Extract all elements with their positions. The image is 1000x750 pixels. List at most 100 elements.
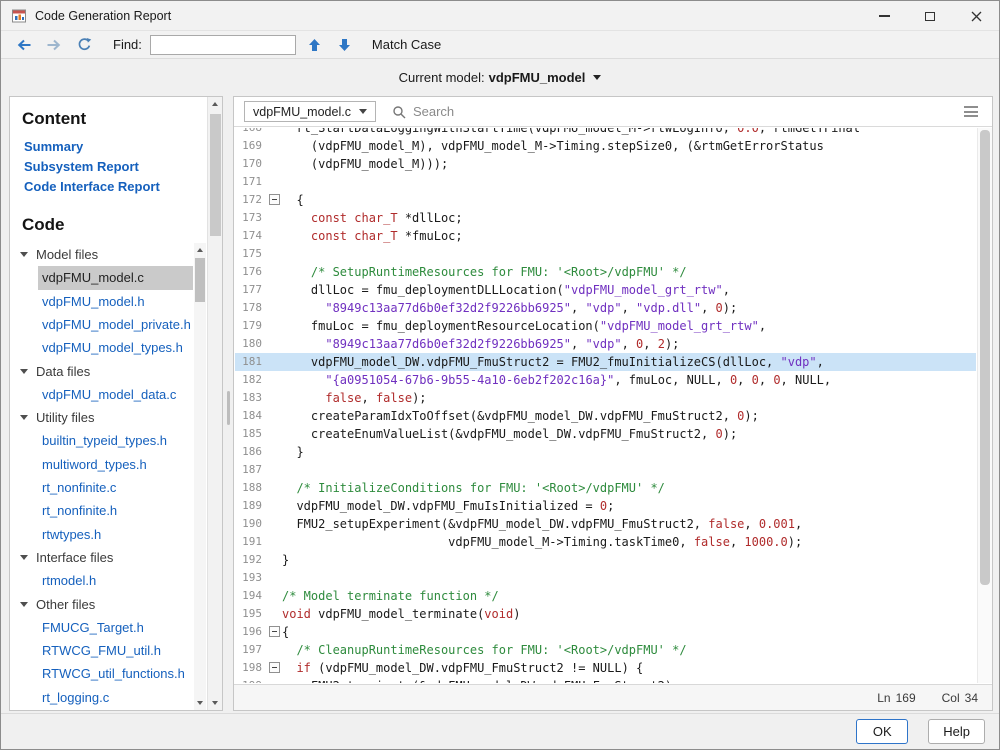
code-line[interactable]: 186 } — [235, 443, 976, 461]
tree-file-rt-nonfinite-h[interactable]: rt_nonfinite.h — [10, 499, 193, 522]
code-line[interactable]: 195void vdpFMU_model_terminate(void) — [235, 605, 976, 623]
refresh-button[interactable] — [73, 34, 95, 56]
fold-gutter — [267, 227, 282, 245]
content-link-code-interface-report[interactable]: Code Interface Report — [24, 177, 160, 197]
search-input[interactable] — [413, 104, 952, 119]
tree-file-vdpfmu-model-h[interactable]: vdpFMU_model.h — [10, 290, 193, 313]
fold-collapse-icon[interactable] — [267, 623, 282, 641]
code-line-highlighted[interactable]: 181 vdpFMU_model_DW.vdpFMU_FmuStruct2 = … — [235, 353, 976, 371]
code-token: "8949c13aa77d6b0ef32d2f9226bb6925" — [325, 337, 571, 351]
code-line[interactable]: 198 if (vdpFMU_model_DW.vdpFMU_FmuStruct… — [235, 659, 976, 677]
content-link-subsystem-report[interactable]: Subsystem Report — [24, 157, 139, 177]
tree-scrollbar[interactable] — [194, 243, 206, 710]
code-line[interactable]: 188 /* InitializeConditions for FMU: '<R… — [235, 479, 976, 497]
tree-group-other-files[interactable]: Other files — [10, 592, 193, 615]
collapse-caret-icon — [20, 252, 28, 257]
code-search-box[interactable] — [392, 104, 952, 119]
minimize-button[interactable] — [861, 1, 907, 31]
code-line[interactable]: 172 { — [235, 191, 976, 209]
back-button[interactable] — [13, 34, 35, 56]
tree-file-vdpfmu-model-types-h[interactable]: vdpFMU_model_types.h — [10, 336, 193, 359]
forward-button[interactable] — [43, 34, 65, 56]
code-line[interactable]: 179 fmuLoc = fmu_deploymentResourceLocat… — [235, 317, 976, 335]
sidebar-scrollbar[interactable] — [207, 97, 222, 710]
file-dropdown[interactable]: vdpFMU_model.c — [244, 101, 376, 122]
tree-group-interface-files[interactable]: Interface files — [10, 546, 193, 569]
tree-group-model-files[interactable]: Model files — [10, 243, 193, 266]
code-scrollbar-thumb[interactable] — [980, 130, 990, 585]
code-line[interactable]: 196{ — [235, 623, 976, 641]
code-line[interactable]: 174 const char_T *fmuLoc; — [235, 227, 976, 245]
status-bar: Ln 169 Col 34 — [234, 684, 992, 710]
code-line[interactable]: 197 /* CleanupRuntimeResources for FMU: … — [235, 641, 976, 659]
scroll-up-icon[interactable] — [194, 243, 206, 257]
tree-file-rt-nonfinite-c[interactable]: rt_nonfinite.c — [10, 476, 193, 499]
code-line[interactable]: 199 FMU2_terminate(&vdpFMU_model_DW.vdpF… — [235, 677, 976, 683]
ok-button[interactable]: OK — [856, 719, 908, 744]
tree-file-builtin-typeid-types-h[interactable]: builtin_typeid_types.h — [10, 429, 193, 452]
tree-file-vdpfmu-model-c[interactable]: vdpFMU_model.c — [38, 266, 193, 289]
code-token: "vdp.dll" — [636, 301, 701, 315]
tree-group-data-files[interactable]: Data files — [10, 359, 193, 382]
code-token: , — [730, 535, 744, 549]
tree-file-fmucg-target-h[interactable]: FMUCG_Target.h — [10, 616, 193, 639]
find-previous-button[interactable] — [304, 34, 326, 56]
panel-splitter[interactable] — [224, 96, 233, 711]
code-line[interactable]: 190 FMU2_setupExperiment(&vdpFMU_model_D… — [235, 515, 976, 533]
back-arrow-icon — [16, 38, 32, 52]
tree-file-rtwtypes-h[interactable]: rtwtypes.h — [10, 523, 193, 546]
tree-file-vdpfmu-model-private-h[interactable]: vdpFMU_model_private.h — [10, 313, 193, 336]
fold-gutter — [267, 605, 282, 623]
code-line[interactable]: 192} — [235, 551, 976, 569]
code-line[interactable]: 187 — [235, 461, 976, 479]
tree-file-rtmodel-h[interactable]: rtmodel.h — [10, 569, 193, 592]
scroll-down-icon[interactable] — [208, 696, 222, 710]
tree-file-rt-logging-c[interactable]: rt_logging.c — [10, 686, 193, 709]
tree-group-utility-files[interactable]: Utility files — [10, 406, 193, 429]
tree-file-rtwcg-fmu-util-h[interactable]: RTWCG_FMU_util.h — [10, 639, 193, 662]
find-input[interactable] — [150, 35, 296, 55]
window-controls — [861, 1, 999, 31]
fold-collapse-icon[interactable] — [267, 191, 282, 209]
code-line[interactable]: 170 (vdpFMU_model_M))); — [235, 155, 976, 173]
code-line[interactable]: 182 "{a0951054-67b6-9b55-4a10-6eb2f202c1… — [235, 371, 976, 389]
tree-scrollbar-thumb[interactable] — [195, 258, 205, 302]
scroll-down-icon[interactable] — [194, 696, 206, 710]
code-line[interactable]: 169 (vdpFMU_model_M), vdpFMU_model_M->Ti… — [235, 137, 976, 155]
code-scrollbar[interactable] — [977, 128, 992, 683]
code-line[interactable]: 177 dllLoc = fmu_deploymentDLLLocation("… — [235, 281, 976, 299]
match-case-toggle[interactable]: Match Case — [372, 37, 441, 52]
code-line[interactable]: 176 /* SetupRuntimeResources for FMU: '<… — [235, 263, 976, 281]
code-line[interactable]: 175 — [235, 245, 976, 263]
code-line[interactable]: 168 rt_StartDataLoggingWithStartTime(vdp… — [235, 128, 976, 137]
code-line[interactable]: 173 const char_T *dllLoc; — [235, 209, 976, 227]
current-model-dropdown[interactable]: Current model: vdpFMU_model — [1, 59, 999, 95]
code-line[interactable]: 194/* Model terminate function */ — [235, 587, 976, 605]
code-line[interactable]: 178 "8949c13aa77d6b0ef32d2f9226bb6925", … — [235, 299, 976, 317]
code-line[interactable]: 184 createParamIdxToOffset(&vdpFMU_model… — [235, 407, 976, 425]
code-line[interactable]: 171 — [235, 173, 976, 191]
menu-icon[interactable] — [960, 102, 982, 121]
help-button[interactable]: Help — [928, 719, 985, 744]
tree-file-vdpfmu-model-data-c[interactable]: vdpFMU_model_data.c — [10, 383, 193, 406]
code-line[interactable]: 189 vdpFMU_model_DW.vdpFMU_FmuIsInitiali… — [235, 497, 976, 515]
sidebar-scrollbar-thumb[interactable] — [210, 114, 221, 236]
line-number: 183 — [235, 389, 267, 407]
code-token: createEnumValueList(&vdpFMU_model_DW.vdp… — [282, 427, 715, 441]
code-text: vdpFMU_model_DW.vdpFMU_FmuStruct2 = FMU2… — [282, 353, 824, 371]
code-text: vdpFMU_model_M->Timing.taskTime0, false,… — [282, 533, 802, 551]
code-line[interactable]: 191 vdpFMU_model_M->Timing.taskTime0, fa… — [235, 533, 976, 551]
scroll-up-icon[interactable] — [208, 97, 222, 111]
tree-file-multiword-types-h[interactable]: multiword_types.h — [10, 453, 193, 476]
code-line[interactable]: 193 — [235, 569, 976, 587]
find-next-button[interactable] — [334, 34, 356, 56]
fold-collapse-icon[interactable] — [267, 659, 282, 677]
close-button[interactable] — [953, 1, 999, 31]
window-title: Code Generation Report — [35, 9, 171, 23]
tree-file-rtwcg-util-functions-h[interactable]: RTWCG_util_functions.h — [10, 662, 193, 685]
code-line[interactable]: 185 createEnumValueList(&vdpFMU_model_DW… — [235, 425, 976, 443]
content-link-summary[interactable]: Summary — [24, 137, 83, 157]
maximize-button[interactable] — [907, 1, 953, 31]
code-line[interactable]: 183 false, false); — [235, 389, 976, 407]
code-line[interactable]: 180 "8949c13aa77d6b0ef32d2f9226bb6925", … — [235, 335, 976, 353]
